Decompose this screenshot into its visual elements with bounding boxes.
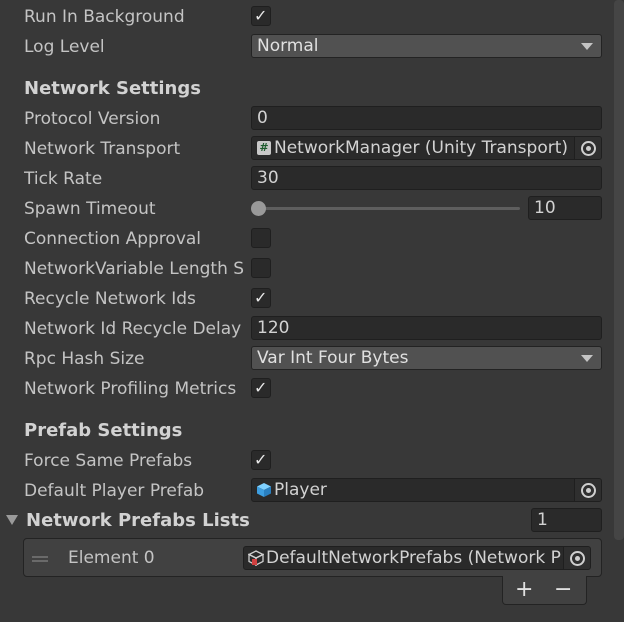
log-level-value: Normal: [257, 36, 319, 56]
protocol-version-label: Protocol Version: [24, 109, 161, 129]
list-footer: + −: [502, 576, 587, 605]
log-level-dropdown[interactable]: Normal: [251, 34, 602, 58]
default-player-prefab-field[interactable]: Player: [251, 478, 602, 502]
network-prefabs-lists-header[interactable]: Network Prefabs Lists: [26, 510, 250, 532]
protocol-version-field[interactable]: 0: [251, 106, 602, 130]
network-settings-header: Network Settings: [24, 78, 201, 99]
networkvariable-length-checkbox[interactable]: [251, 258, 271, 278]
list-element-value: DefaultNetworkPrefabs (Network P: [266, 548, 561, 568]
add-element-button[interactable]: +: [515, 576, 533, 604]
rpc-hash-size-dropdown[interactable]: Var Int Four Bytes: [251, 346, 602, 370]
remove-element-button[interactable]: −: [554, 576, 572, 604]
checkmark-icon: ✓: [254, 378, 268, 397]
rpc-hash-size-value: Var Int Four Bytes: [257, 348, 409, 368]
drag-handle-icon[interactable]: [32, 556, 48, 558]
object-picker-icon[interactable]: [574, 479, 601, 501]
rpc-hash-size-label: Rpc Hash Size: [24, 349, 145, 369]
network-transport-field[interactable]: # NetworkManager (Unity Transport): [251, 136, 602, 160]
checkmark-icon: ✓: [254, 6, 268, 25]
network-transport-label: Network Transport: [24, 139, 181, 159]
default-player-prefab-label: Default Player Prefab: [24, 481, 205, 501]
dropdown-arrow-icon: [581, 43, 593, 50]
connection-approval-label: Connection Approval: [24, 229, 202, 249]
network-prefabs-list: Element 0 DefaultNetworkPrefabs (Network…: [23, 538, 602, 577]
foldout-arrow-icon[interactable]: [6, 515, 18, 525]
object-picker-icon[interactable]: [574, 137, 601, 159]
network-prefabs-lists-count[interactable]: 1: [531, 508, 602, 532]
hash-script-icon: #: [257, 141, 271, 155]
networkvariable-length-label: NetworkVariable Length S: [24, 259, 245, 279]
object-picker-icon[interactable]: [563, 547, 590, 569]
log-level-label: Log Level: [24, 37, 105, 57]
default-player-prefab-value: Player: [274, 480, 327, 500]
network-id-recycle-delay-label: Network Id Recycle Delay: [24, 319, 242, 339]
inspector-scrollbar[interactable]: [614, 0, 624, 540]
run-in-background-label: Run In Background: [24, 7, 185, 27]
dropdown-arrow-icon: [581, 355, 593, 362]
prefab-settings-header: Prefab Settings: [24, 420, 183, 441]
run-in-background-checkbox[interactable]: ✓: [251, 6, 271, 26]
prefab-cube-icon: [256, 482, 272, 498]
network-id-recycle-delay-field[interactable]: 120: [251, 316, 602, 340]
checkmark-icon: ✓: [254, 450, 268, 469]
connection-approval-checkbox[interactable]: [251, 228, 271, 248]
force-same-prefabs-label: Force Same Prefabs: [24, 451, 193, 471]
spawn-timeout-label: Spawn Timeout: [24, 199, 156, 219]
list-element-field[interactable]: DefaultNetworkPrefabs (Network P: [243, 546, 591, 570]
network-profiling-metrics-label: Network Profiling Metrics: [24, 379, 237, 399]
scriptable-object-icon: [247, 550, 265, 567]
spawn-timeout-slider-track[interactable]: [258, 207, 520, 210]
network-profiling-metrics-checkbox[interactable]: ✓: [251, 378, 271, 398]
checkmark-icon: ✓: [254, 288, 268, 307]
network-transport-value: NetworkManager (Unity Transport): [274, 138, 569, 158]
recycle-network-ids-checkbox[interactable]: ✓: [251, 288, 271, 308]
force-same-prefabs-checkbox[interactable]: ✓: [251, 450, 271, 470]
spawn-timeout-field[interactable]: 10: [528, 196, 602, 220]
spawn-timeout-slider-handle[interactable]: [251, 201, 266, 216]
list-element-label: Element 0: [68, 548, 155, 568]
recycle-network-ids-label: Recycle Network Ids: [24, 289, 196, 309]
tick-rate-label: Tick Rate: [24, 169, 103, 189]
tick-rate-field[interactable]: 30: [251, 166, 602, 190]
